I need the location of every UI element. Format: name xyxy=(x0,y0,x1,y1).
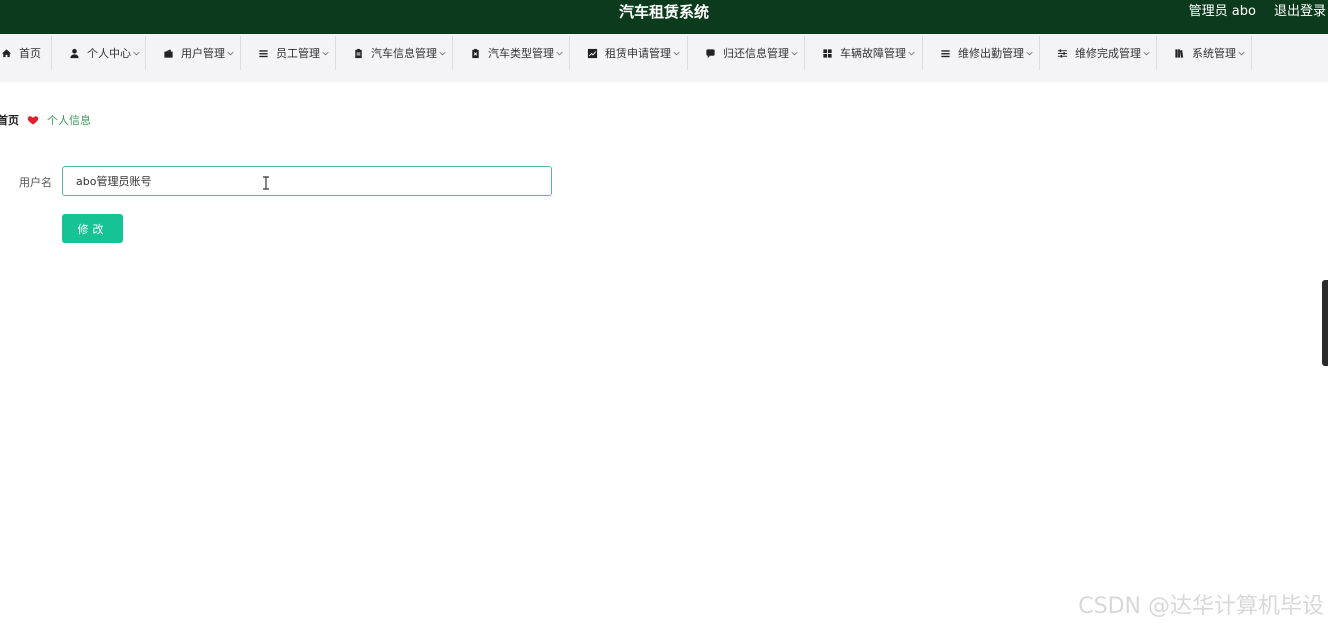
nav-item-label: 租赁申请管理 xyxy=(605,47,671,60)
app-title: 汽车租赁系统 xyxy=(618,3,709,21)
home-icon xyxy=(0,47,12,59)
list-icon xyxy=(939,47,951,59)
watermark: CSDN @达华计算机毕设 xyxy=(1078,594,1324,619)
grid-icon xyxy=(821,47,833,59)
logout-link[interactable]: 退出登录 xyxy=(1274,0,1326,24)
modify-button[interactable]: 修改 xyxy=(62,214,123,243)
main-nav: 首页 个人中心 用户管理 员工管理 汽车信息管理 汽车类型管理 租赁申请管理 归还信息管理 车辆… xyxy=(0,34,1328,82)
chevron-down-icon xyxy=(439,50,446,57)
breadcrumb-current: 个人信息 xyxy=(47,114,91,127)
chevron-down-icon xyxy=(1026,50,1033,57)
nav-item-label: 归还信息管理 xyxy=(723,47,789,60)
nav-item-label: 汽车信息管理 xyxy=(371,47,437,60)
user-icon xyxy=(68,47,80,59)
nav-item-4[interactable]: 员工管理 xyxy=(241,36,336,70)
scrollbar-thumb[interactable] xyxy=(1322,280,1328,366)
chevron-down-icon xyxy=(791,50,798,57)
nav-item-10[interactable]: 维修出勤管理 xyxy=(923,36,1040,70)
nav-item-12[interactable]: 系统管理 xyxy=(1157,36,1252,70)
nav-item-1[interactable]: 首页 xyxy=(0,36,52,70)
chevron-down-icon xyxy=(1238,50,1245,57)
chevron-down-icon xyxy=(322,50,329,57)
nav-item-3[interactable]: 用户管理 xyxy=(146,36,241,70)
chevron-down-icon xyxy=(556,50,563,57)
current-user-label: 管理员 abo xyxy=(1188,4,1256,19)
clipboard-icon xyxy=(352,47,364,59)
nav-item-5[interactable]: 汽车信息管理 xyxy=(336,36,453,70)
chat-icon xyxy=(704,47,716,59)
nav-menu-list: 首页 个人中心 用户管理 员工管理 汽车信息管理 汽车类型管理 租赁申请管理 归还信息管理 车辆… xyxy=(0,36,1252,70)
nav-item-label: 首页 xyxy=(19,47,41,60)
list-icon xyxy=(257,47,269,59)
nav-item-label: 汽车类型管理 xyxy=(488,47,554,60)
user-area: 管理员 abo 退出登录 xyxy=(1189,0,1326,24)
nav-item-2[interactable]: 个人中心 xyxy=(52,36,146,70)
sliders-icon xyxy=(1056,47,1068,59)
chevron-down-icon xyxy=(227,50,234,57)
clipboard-x-icon xyxy=(469,47,481,59)
nav-item-label: 个人中心 xyxy=(87,47,131,60)
chevron-down-icon xyxy=(673,50,680,57)
nav-item-label: 系统管理 xyxy=(1192,47,1236,60)
username-label: 用户名 xyxy=(19,176,52,189)
nav-item-6[interactable]: 汽车类型管理 xyxy=(453,36,570,70)
heart-icon xyxy=(27,114,39,126)
nav-item-label: 用户管理 xyxy=(181,47,225,60)
nav-item-7[interactable]: 租赁申请管理 xyxy=(570,36,688,70)
top-header: 汽车租赁系统 管理员 abo 退出登录 xyxy=(0,0,1328,34)
username-input[interactable] xyxy=(62,166,552,196)
breadcrumb-home[interactable]: 首页 xyxy=(0,112,19,128)
text-cursor-icon xyxy=(262,175,270,190)
chevron-down-icon xyxy=(908,50,915,57)
nav-item-label: 员工管理 xyxy=(276,47,320,60)
chevron-down-icon xyxy=(1143,50,1150,57)
nav-item-8[interactable]: 归还信息管理 xyxy=(688,36,805,70)
nav-item-label: 车辆故障管理 xyxy=(840,47,906,60)
nav-item-11[interactable]: 维修完成管理 xyxy=(1040,36,1157,70)
nav-item-9[interactable]: 车辆故障管理 xyxy=(805,36,923,70)
nav-item-label: 维修完成管理 xyxy=(1075,47,1141,60)
nav-item-label: 维修出勤管理 xyxy=(958,47,1024,60)
wallet-icon xyxy=(162,47,174,59)
book-icon xyxy=(1173,47,1185,59)
chevron-down-icon xyxy=(133,50,140,57)
chart-line-icon xyxy=(586,47,598,59)
breadcrumb: 首页 个人信息 xyxy=(0,113,91,127)
